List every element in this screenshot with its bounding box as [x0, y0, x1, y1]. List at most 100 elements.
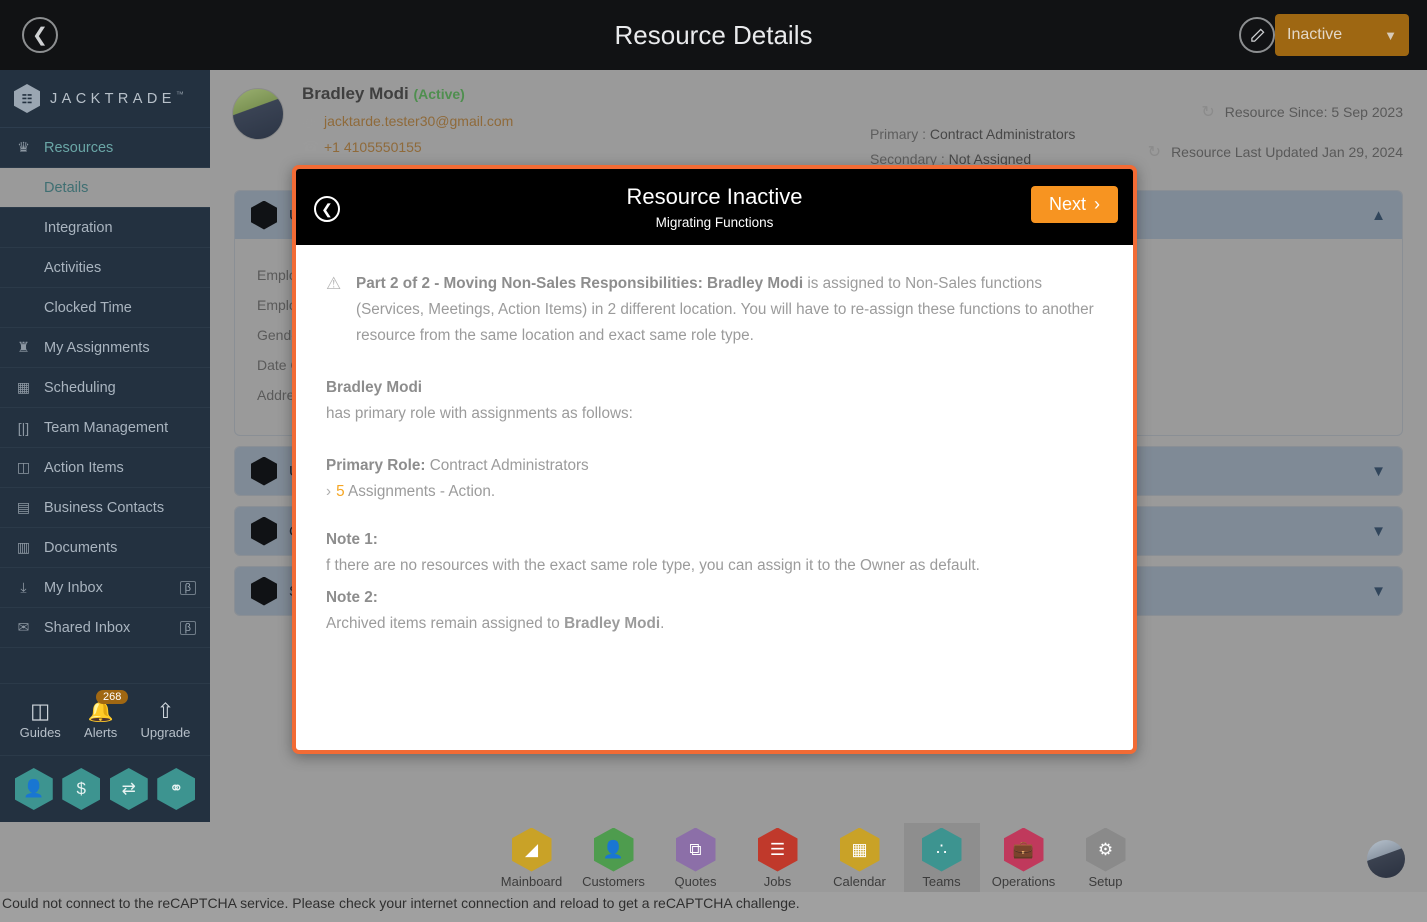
- note-2-body: Archived items remain assigned to Bradle…: [326, 611, 1103, 637]
- bottom-nav-label: Operations: [991, 873, 1056, 889]
- sidebar-item-integration[interactable]: Integration: [0, 208, 210, 248]
- person-block: Bradley Modi has primary role with assig…: [326, 375, 1103, 427]
- sidebar-item-label: Integration: [44, 219, 113, 236]
- bottom-nav-jobs[interactable]: ☰ Jobs: [740, 823, 816, 892]
- alerts-button[interactable]: 268 🔔 Alerts: [84, 690, 129, 740]
- assignments-label: Assignments - Action.: [344, 483, 496, 500]
- profile-hex-button[interactable]: 👤: [14, 768, 53, 810]
- chevron-down-icon[interactable]: ▼: [1371, 583, 1386, 600]
- sidebar-spacer: [0, 648, 210, 684]
- refresh-icon: ↻: [1201, 104, 1215, 121]
- bottom-nav-label: Customers: [582, 873, 645, 889]
- status-bar: Could not connect to the reCAPTCHA servi…: [0, 892, 1427, 922]
- sidebar-item-team-management[interactable]: [|] Team Management: [0, 408, 210, 448]
- warning-paragraph: ⚠ Part 2 of 2 - Moving Non-Sales Respons…: [326, 271, 1103, 349]
- status-dropdown[interactable]: Inactive ▼: [1275, 14, 1409, 56]
- primary-role-value: Contract Administrators: [425, 457, 589, 474]
- warning-bold-text: Part 2 of 2 - Moving Non-Sales Responsib…: [356, 275, 804, 292]
- note-2-pre: Archived items remain assigned to: [326, 615, 565, 632]
- billing-hex-button[interactable]: $: [62, 768, 101, 810]
- assignments-icon: ♜: [17, 339, 30, 355]
- document-icon: ▥: [16, 539, 31, 555]
- modal-back-button[interactable]: ❮: [314, 196, 340, 222]
- dollar-icon: $: [76, 779, 86, 798]
- bottom-nav: ◢ Mainboard 👤 Customers ⧉ Quotes ☰ Jobs …: [210, 822, 1427, 892]
- sidebar-item-shared-inbox[interactable]: ✉ Shared Inbox β: [0, 608, 210, 648]
- upgrade-button[interactable]: ⇧ Upgrade: [140, 699, 190, 740]
- chevron-down-icon[interactable]: ▼: [1371, 463, 1386, 480]
- sidebar-hex-buttons: 👤 $ ⇄ ⚭: [0, 756, 210, 822]
- bottom-nav-customers[interactable]: 👤 Customers: [576, 823, 652, 892]
- sidebar: ☷ JACKTRADE™ ♛ Resources Details Integra…: [0, 70, 210, 822]
- chevron-right-icon: ›: [326, 483, 332, 500]
- sidebar-item-label: Activities: [44, 259, 102, 276]
- chevron-up-icon[interactable]: ▲: [1371, 207, 1386, 224]
- customers-icon: 👤: [593, 827, 634, 872]
- note-2-post: .: [660, 615, 665, 632]
- modal-body: ⚠ Part 2 of 2 - Moving Non-Sales Respons…: [296, 245, 1133, 637]
- workflow-icon: ⚭: [169, 779, 184, 798]
- modal-subtitle: Migrating Functions: [655, 215, 774, 230]
- alerts-label: Alerts: [84, 725, 118, 740]
- bottom-nav-teams[interactable]: ∴ Teams: [903, 822, 980, 892]
- resource-phone-row: ☎ +1 4105550155: [302, 138, 513, 155]
- sidebar-item-action-items[interactable]: ◫ Action Items: [0, 448, 210, 488]
- arrow-up-icon: ⇧: [156, 700, 175, 723]
- resource-meta: ↻ Resource Since: 5 Sep 2023 ↻ Resource …: [1148, 102, 1403, 182]
- payments-hex-button[interactable]: ⇄: [109, 768, 148, 810]
- next-button[interactable]: Next ›: [1030, 186, 1118, 223]
- bottom-nav-setup[interactable]: ⚙ Setup: [1068, 823, 1144, 892]
- sidebar-item-label: Resources: [44, 139, 114, 156]
- edit-button[interactable]: [1239, 17, 1275, 53]
- resource-email[interactable]: jacktarde.tester30@gmail.com: [324, 113, 513, 129]
- sidebar-item-my-inbox[interactable]: ⤓ My Inbox β: [0, 568, 210, 608]
- sidebar-item-clocked-time[interactable]: Clocked Time: [0, 288, 210, 328]
- sidebar-item-label: Business Contacts: [44, 499, 165, 516]
- page-title: Resource Details: [614, 20, 813, 50]
- primary-role-label: Primary :: [870, 126, 926, 142]
- top-bar: ❮ Resource Details Inactive ▼: [0, 0, 1427, 70]
- sidebar-item-label: My Assignments: [44, 339, 150, 356]
- bottom-nav-mainboard[interactable]: ◢ Mainboard: [494, 823, 570, 892]
- sidebar-item-my-assignments[interactable]: ♜ My Assignments: [0, 328, 210, 368]
- bottom-nav-calendar[interactable]: ▦ Calendar: [822, 823, 898, 892]
- bottom-nav-label: Quotes: [674, 873, 717, 889]
- sidebar-item-activities[interactable]: Activities: [0, 248, 210, 288]
- sidebar-item-resources[interactable]: ♛ Resources: [0, 128, 210, 168]
- person-name: Bradley Modi: [326, 379, 423, 396]
- trademark-symbol: ™: [175, 90, 184, 100]
- resource-name: Bradley Modi: [302, 84, 409, 103]
- alerts-count-badge: 268: [96, 690, 129, 704]
- calendar-clock-icon: ▦: [16, 379, 31, 395]
- chevron-down-icon[interactable]: ▼: [1371, 523, 1386, 540]
- sidebar-item-label: Documents: [44, 539, 118, 556]
- mainboard-icon: ◢: [511, 827, 552, 872]
- sidebar-quick-actions: ◫ Guides 268 🔔 Alerts ⇧ Upgrade: [0, 684, 210, 756]
- sidebar-item-details[interactable]: Details: [0, 168, 210, 208]
- sidebar-item-business-contacts[interactable]: ▤ Business Contacts: [0, 488, 210, 528]
- brand-logo: ☷ JACKTRADE™: [0, 70, 210, 128]
- sidebar-item-label: Clocked Time: [44, 299, 132, 316]
- user-avatar[interactable]: [1367, 840, 1405, 878]
- resource-status-tag: (Active): [413, 86, 465, 102]
- brand-name: JACKTRADE: [50, 90, 176, 107]
- workflow-hex-button[interactable]: ⚭: [157, 768, 196, 810]
- refresh-icon: ↻: [1147, 144, 1162, 161]
- status-dropdown-value: Inactive: [1287, 26, 1343, 43]
- note-1-title: Note 1:: [326, 531, 378, 548]
- next-button-label: Next: [1048, 194, 1086, 214]
- panel-hex-icon: [251, 456, 277, 486]
- pencil-icon: [1250, 28, 1264, 42]
- bottom-nav-quotes[interactable]: ⧉ Quotes: [658, 823, 734, 892]
- status-bar-message: Could not connect to the reCAPTCHA servi…: [2, 895, 800, 911]
- resource-inactive-modal: ❮ Resource Inactive Migrating Functions …: [292, 165, 1137, 754]
- assignments-row[interactable]: › 5 Assignments - Action.: [326, 479, 1103, 505]
- bottom-nav-label: Calendar: [833, 873, 886, 889]
- resource-updated: Resource Last Updated Jan 29, 2024: [1171, 144, 1403, 160]
- sidebar-item-documents[interactable]: ▥ Documents: [0, 528, 210, 568]
- sidebar-item-scheduling[interactable]: ▦ Scheduling: [0, 368, 210, 408]
- guides-button[interactable]: ◫ Guides: [20, 699, 61, 740]
- resource-phone[interactable]: +1 4105550155: [324, 139, 422, 155]
- bottom-nav-operations[interactable]: 💼 Operations: [986, 823, 1062, 892]
- sidebar-item-label: Details: [44, 179, 89, 196]
